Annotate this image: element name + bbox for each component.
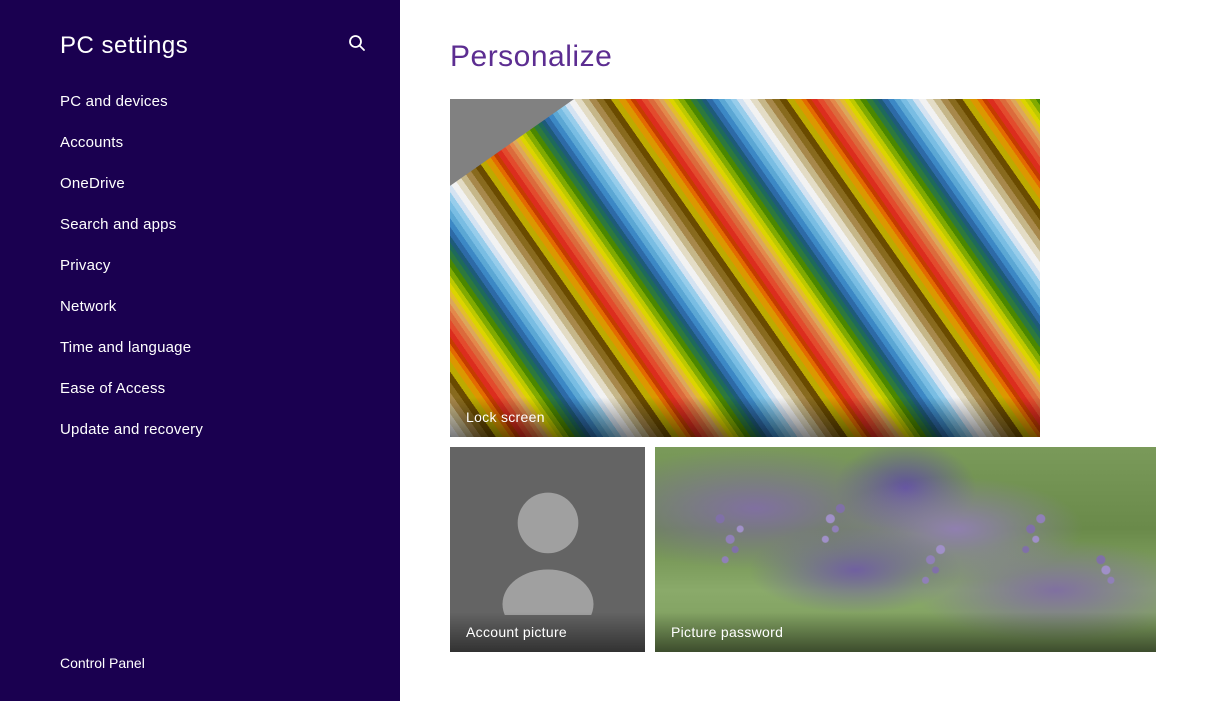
sidebar-item-privacy[interactable]: Privacy <box>0 245 400 286</box>
sidebar-item-network[interactable]: Network <box>0 286 400 327</box>
sidebar-item-ease-of-access[interactable]: Ease of Access <box>0 368 400 409</box>
lock-screen-image <box>450 99 1040 437</box>
lock-screen-label: Lock screen <box>450 397 1040 437</box>
nav-list: PC and devices Accounts OneDrive Search … <box>0 81 400 635</box>
bottom-tiles-row: Account picture Picture password <box>450 447 1156 652</box>
sidebar-item-pc-and-devices[interactable]: PC and devices <box>0 81 400 122</box>
control-panel-link[interactable]: Control Panel <box>0 635 400 701</box>
person-icon <box>493 485 603 615</box>
sidebar-item-onedrive[interactable]: OneDrive <box>0 163 400 204</box>
account-picture-tile[interactable]: Account picture <box>450 447 645 652</box>
sidebar-header: PC settings <box>0 0 400 81</box>
sidebar-item-time-and-language[interactable]: Time and language <box>0 327 400 368</box>
app-title: PC settings <box>60 32 188 60</box>
lock-screen-tile[interactable]: Lock screen <box>450 99 1040 437</box>
picture-password-tile[interactable]: Picture password <box>655 447 1156 652</box>
main-content: Personalize Lock screen Account picture <box>400 0 1206 701</box>
tiles-container: Lock screen Account picture Picture pass… <box>450 99 1156 652</box>
sidebar-item-accounts[interactable]: Accounts <box>0 122 400 163</box>
sidebar: PC settings PC and devices Accounts OneD… <box>0 0 400 701</box>
account-picture-label: Account picture <box>450 612 645 652</box>
search-button[interactable] <box>344 30 370 61</box>
sidebar-item-update-and-recovery[interactable]: Update and recovery <box>0 409 400 450</box>
picture-password-label: Picture password <box>655 612 1156 652</box>
search-icon <box>348 34 366 52</box>
page-title: Personalize <box>450 40 1156 74</box>
sidebar-item-search-and-apps[interactable]: Search and apps <box>0 204 400 245</box>
